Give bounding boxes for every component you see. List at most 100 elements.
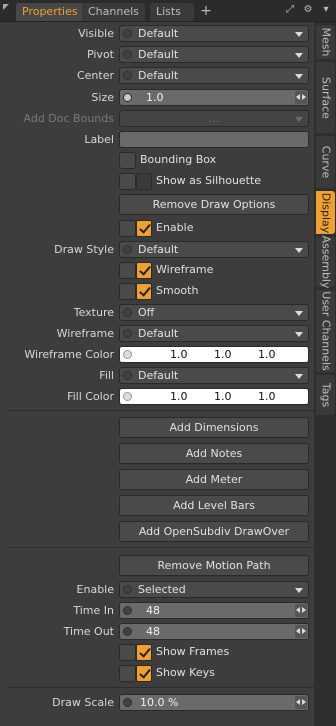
time-out-label: Time Out bbox=[63, 625, 114, 638]
stepper-arrows-icon[interactable] bbox=[295, 625, 307, 638]
channel-dot-icon[interactable] bbox=[123, 245, 132, 254]
draw-style-dropdown[interactable]: Default bbox=[119, 241, 309, 258]
channel-dot-icon[interactable] bbox=[123, 371, 132, 380]
checkbox-icon[interactable] bbox=[136, 173, 152, 190]
divider bbox=[8, 687, 314, 688]
fill-color-g[interactable]: 1.0 bbox=[214, 390, 232, 403]
side-tab-tags[interactable]: Tags bbox=[316, 375, 335, 415]
chevron-down-icon bbox=[295, 117, 303, 122]
stepper-arrows-icon[interactable] bbox=[295, 696, 307, 709]
visible-value: Default bbox=[138, 27, 179, 40]
time-out-field[interactable]: 48 bbox=[119, 623, 309, 640]
panel-tab-bar: Properties Channels Lists + ⤢ ⚙ ▾ bbox=[0, 0, 336, 22]
channel-dot-icon[interactable] bbox=[119, 262, 136, 279]
fill-dropdown[interactable]: Default bbox=[119, 367, 309, 384]
draw-scale-field[interactable]: 10.0 % bbox=[119, 694, 309, 711]
wireframe-color-b[interactable]: 1.0 bbox=[258, 348, 276, 361]
checkmark-icon[interactable] bbox=[136, 644, 152, 661]
motion-enable-dropdown[interactable]: Selected bbox=[119, 581, 309, 598]
label-input[interactable] bbox=[119, 131, 309, 148]
center-label: Center bbox=[76, 69, 114, 82]
tab-properties[interactable]: Properties bbox=[16, 3, 84, 21]
wireframe-dropdown[interactable]: Default bbox=[119, 325, 309, 342]
channel-dot-icon[interactable] bbox=[123, 606, 132, 615]
checkmark-icon[interactable] bbox=[136, 220, 152, 237]
channel-dot-icon[interactable] bbox=[123, 308, 132, 317]
channel-dot-icon[interactable] bbox=[123, 329, 132, 338]
add-tab-button[interactable]: + bbox=[199, 2, 213, 20]
channel-dot-icon[interactable] bbox=[119, 644, 136, 661]
channel-dot-icon[interactable] bbox=[123, 585, 132, 594]
checkmark-icon[interactable] bbox=[136, 665, 152, 682]
side-tab-user-channels[interactable]: User Channels bbox=[316, 290, 335, 372]
motion-enable-value: Selected bbox=[138, 583, 186, 596]
channel-dot-icon[interactable] bbox=[123, 29, 132, 38]
wireframe-label: Wireframe bbox=[56, 327, 114, 340]
label-label: Label bbox=[84, 133, 114, 146]
channel-dot-icon[interactable] bbox=[123, 93, 132, 102]
expand-icon[interactable]: ⤢ bbox=[284, 4, 296, 16]
gear-icon[interactable]: ⚙ bbox=[302, 4, 314, 16]
stepper-arrows-icon[interactable] bbox=[295, 604, 307, 617]
visible-label: Visible bbox=[78, 27, 114, 40]
channel-dot-icon[interactable] bbox=[123, 698, 132, 707]
visible-dropdown[interactable]: Default bbox=[119, 25, 309, 42]
channel-dot-icon[interactable] bbox=[123, 50, 132, 59]
texture-dropdown[interactable]: Off bbox=[119, 304, 309, 321]
channel-dot-icon[interactable] bbox=[119, 665, 136, 682]
draw-scale-value: 10.0 % bbox=[140, 696, 179, 709]
add-level-bars-button[interactable]: Add Level Bars bbox=[119, 495, 309, 516]
add-notes-button[interactable]: Add Notes bbox=[119, 443, 309, 464]
checkmark-icon[interactable] bbox=[136, 283, 152, 300]
size-label: Size bbox=[91, 91, 114, 104]
add-doc-bounds-value: ... bbox=[208, 112, 220, 125]
channel-dot-icon[interactable] bbox=[123, 392, 132, 401]
side-tab-assembly[interactable]: Assembly bbox=[316, 235, 335, 289]
draw-scale-label: Draw Scale bbox=[52, 696, 114, 709]
tab-lists[interactable]: Lists bbox=[150, 3, 194, 21]
add-doc-bounds-dropdown[interactable]: ... bbox=[119, 110, 309, 127]
wireframe-color-label: Wireframe Color bbox=[24, 348, 114, 361]
draw-style-value: Default bbox=[138, 243, 179, 256]
size-field[interactable]: 1.0 bbox=[119, 89, 309, 106]
side-tab-curve[interactable]: Curve bbox=[316, 136, 335, 188]
time-in-label: Time In bbox=[73, 604, 114, 617]
checkbox-icon[interactable] bbox=[119, 152, 136, 169]
channel-dot-icon[interactable] bbox=[123, 71, 132, 80]
menu-icon[interactable]: ▾ bbox=[320, 4, 332, 16]
add-opensubdiv-drawover-button[interactable]: Add OpenSubdiv DrawOver bbox=[119, 521, 309, 542]
show-keys-label: Show Keys bbox=[156, 666, 215, 679]
fill-color-b[interactable]: 1.0 bbox=[258, 390, 276, 403]
channel-dot-icon[interactable] bbox=[119, 220, 136, 237]
fill-color-r[interactable]: 1.0 bbox=[170, 390, 188, 403]
channel-dot-icon[interactable] bbox=[119, 173, 136, 190]
tab-channels[interactable]: Channels bbox=[82, 3, 145, 21]
panel-corner-icon[interactable] bbox=[3, 4, 9, 10]
wireframe-color-r[interactable]: 1.0 bbox=[170, 348, 188, 361]
texture-label: Texture bbox=[73, 306, 114, 319]
show-silhouette-label: Show as Silhouette bbox=[156, 174, 262, 187]
fill-color-label: Fill Color bbox=[67, 390, 114, 403]
channel-dot-icon[interactable] bbox=[119, 283, 136, 300]
divider bbox=[8, 547, 314, 548]
add-meter-button[interactable]: Add Meter bbox=[119, 469, 309, 490]
checkmark-icon[interactable] bbox=[136, 262, 152, 279]
enable-label: Enable bbox=[156, 221, 194, 234]
side-tab-mesh[interactable]: Mesh bbox=[316, 25, 335, 59]
chevron-down-icon bbox=[295, 311, 303, 316]
wireframe-color-g[interactable]: 1.0 bbox=[214, 348, 232, 361]
stepper-arrows-icon[interactable] bbox=[295, 91, 307, 104]
chevron-down-icon bbox=[295, 32, 303, 37]
wireframe-color-field[interactable]: 1.0 1.0 1.0 bbox=[119, 346, 309, 363]
channel-dot-icon[interactable] bbox=[123, 350, 132, 359]
add-dimensions-button[interactable]: Add Dimensions bbox=[119, 417, 309, 438]
channel-dot-icon[interactable] bbox=[123, 627, 132, 636]
center-dropdown[interactable]: Default bbox=[119, 67, 309, 84]
pivot-dropdown[interactable]: Default bbox=[119, 46, 309, 63]
time-in-field[interactable]: 48 bbox=[119, 602, 309, 619]
side-tab-surface[interactable]: Surface bbox=[316, 62, 335, 133]
remove-motion-path-button[interactable]: Remove Motion Path bbox=[119, 555, 309, 576]
side-tab-display[interactable]: Display bbox=[316, 191, 335, 234]
fill-color-field[interactable]: 1.0 1.0 1.0 bbox=[119, 388, 309, 405]
remove-draw-options-button[interactable]: Remove Draw Options bbox=[119, 194, 309, 215]
